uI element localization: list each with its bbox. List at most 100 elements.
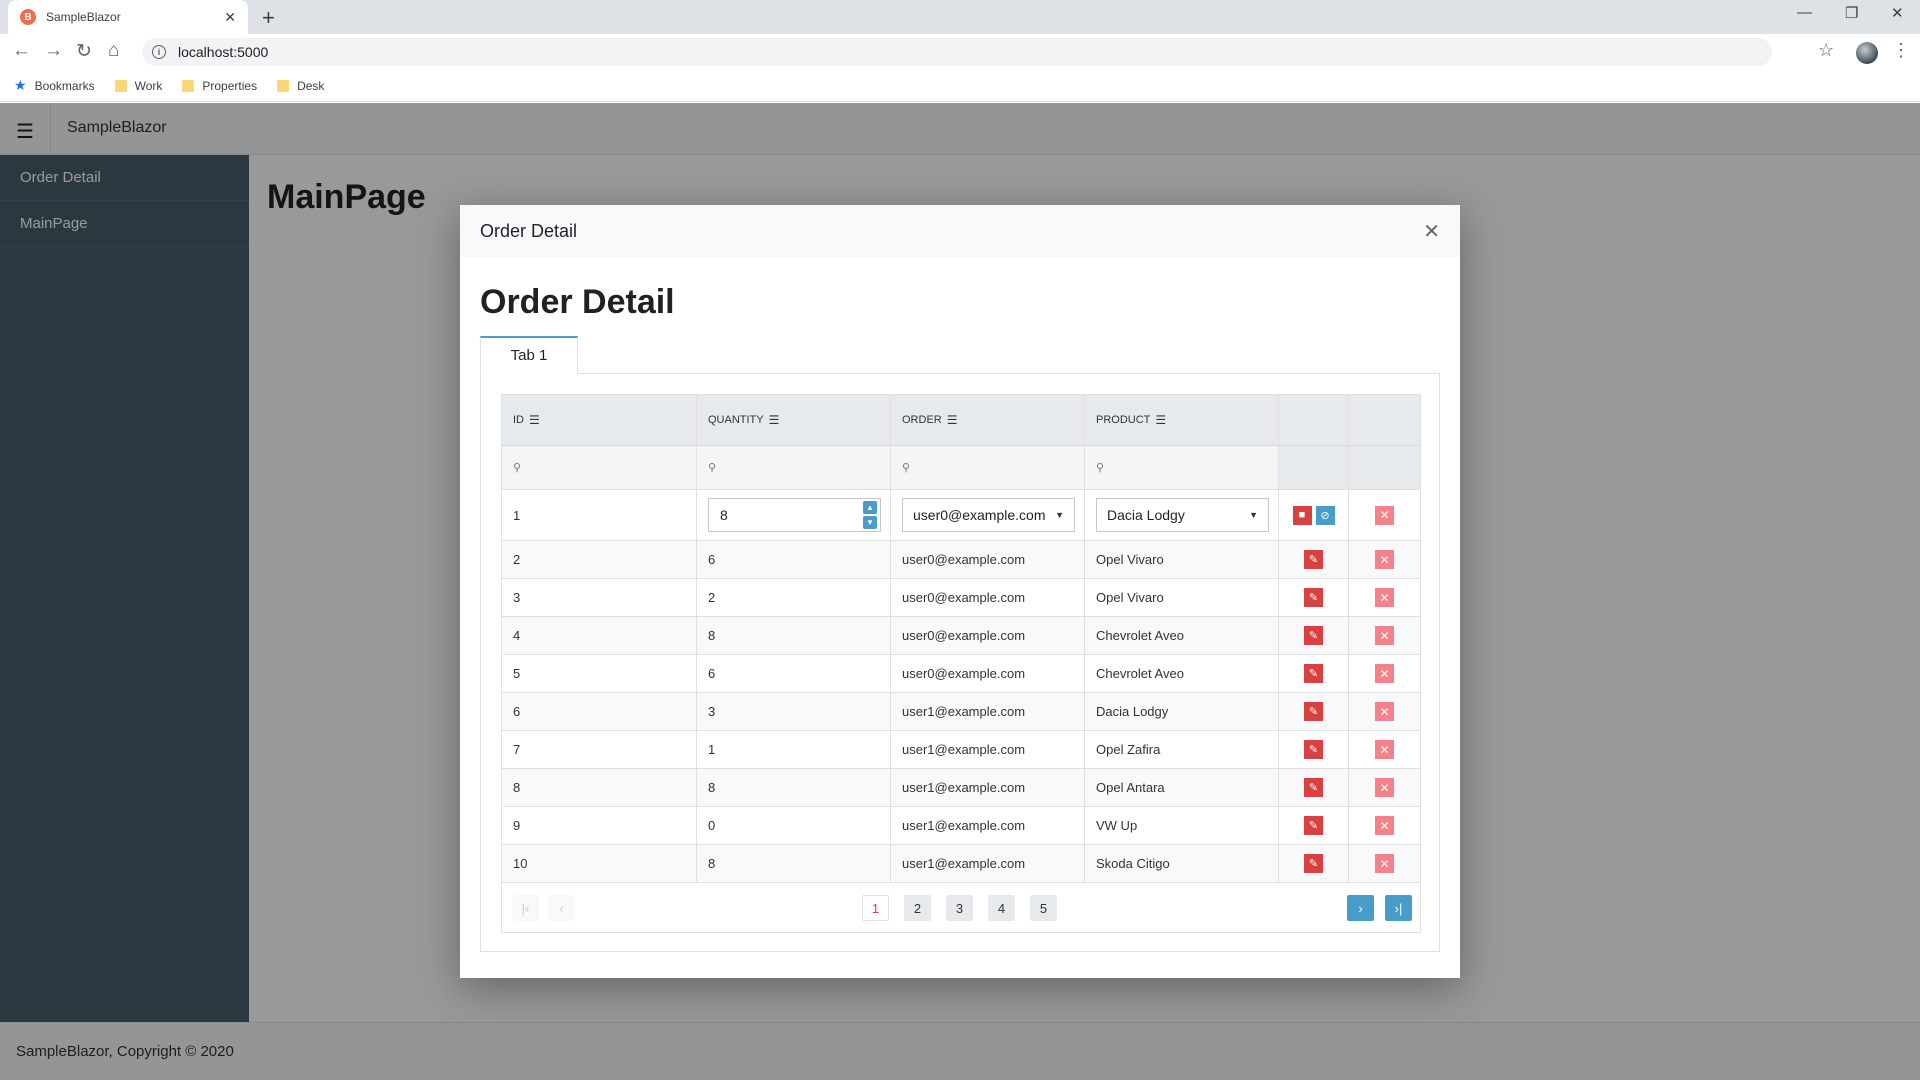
column-header-edit: [1279, 395, 1349, 445]
table-row[interactable]: 4 8 user0@example.com Chevrolet Aveo ✎ ✕: [502, 616, 1420, 654]
sort-icon[interactable]: ☰: [947, 413, 958, 427]
menu-kebab-icon[interactable]: ⋮: [1892, 40, 1910, 61]
sort-icon[interactable]: ☰: [769, 413, 780, 427]
table-row[interactable]: 9 0 user1@example.com VW Up ✎ ✕: [502, 806, 1420, 844]
next-page-icon[interactable]: ›: [1347, 895, 1374, 921]
back-icon[interactable]: ←: [12, 40, 31, 62]
dialog-close-icon[interactable]: ✕: [1423, 219, 1440, 244]
page-5[interactable]: 5: [1030, 895, 1057, 921]
last-page-icon[interactable]: ›|: [1385, 895, 1412, 921]
cell-order: user1@example.com: [891, 845, 1085, 882]
edit-button[interactable]: ✎: [1304, 664, 1323, 683]
column-header-id[interactable]: ID ☰: [502, 395, 697, 445]
delete-button[interactable]: ✕: [1375, 778, 1394, 797]
edit-button[interactable]: ✎: [1304, 816, 1323, 835]
tab-close-icon[interactable]: ✕: [224, 9, 236, 26]
edit-button[interactable]: ✎: [1304, 740, 1323, 759]
new-tab-button[interactable]: +: [262, 5, 275, 31]
cell-quantity: 0: [697, 807, 891, 844]
cell-product: Opel Vivaro: [1085, 541, 1279, 578]
info-icon[interactable]: i: [152, 45, 166, 59]
table-row[interactable]: 10 8 user1@example.com Skoda Citigo ✎ ✕: [502, 844, 1420, 882]
edit-button[interactable]: ✎: [1304, 702, 1323, 721]
page-1[interactable]: 1: [862, 895, 889, 921]
save-button[interactable]: ■: [1292, 505, 1312, 525]
browser-tab[interactable]: B SampleBlazor ✕: [8, 0, 248, 34]
restore-icon[interactable]: ❐: [1845, 4, 1858, 22]
cell-product: Chevrolet Aveo: [1085, 617, 1279, 654]
browser-tabstrip: B SampleBlazor ✕ + — ❐ ✕: [0, 0, 1920, 34]
bookmark-work[interactable]: Work: [114, 79, 162, 93]
profile-avatar[interactable]: [1856, 42, 1878, 64]
cell-id: 2: [502, 541, 697, 578]
chevron-down-icon: ▼: [1249, 510, 1258, 520]
table-row[interactable]: 5 6 user0@example.com Chevrolet Aveo ✎ ✕: [502, 654, 1420, 692]
tabs-bar: Tab 1: [480, 336, 1440, 374]
delete-button[interactable]: ✕: [1375, 505, 1394, 525]
minimize-icon[interactable]: —: [1797, 4, 1812, 21]
delete-button[interactable]: ✕: [1375, 550, 1394, 569]
cell-order: user0@example.com: [891, 617, 1085, 654]
address-bar[interactable]: i localhost:5000: [142, 38, 1772, 66]
delete-button[interactable]: ✕: [1375, 816, 1394, 835]
delete-button[interactable]: ✕: [1375, 854, 1394, 873]
cell-order: user0@example.com: [891, 655, 1085, 692]
table-row[interactable]: 6 3 user1@example.com Dacia Lodgy ✎ ✕: [502, 692, 1420, 730]
stepper-down-icon[interactable]: ▼: [863, 516, 877, 529]
table-row[interactable]: 7 1 user1@example.com Opel Zafira ✎ ✕: [502, 730, 1420, 768]
dialog-header: Order Detail ✕: [460, 205, 1460, 257]
cell-id: 7: [502, 731, 697, 768]
table-row[interactable]: 3 2 user0@example.com Opel Vivaro ✎ ✕: [502, 578, 1420, 616]
stepper-up-icon[interactable]: ▲: [863, 501, 877, 514]
prev-page-icon[interactable]: ‹: [548, 895, 575, 921]
product-dropdown[interactable]: Dacia Lodgy ▼: [1096, 498, 1269, 532]
filter-row: ⚲ ⚲ ⚲ ⚲: [502, 445, 1420, 489]
sort-icon[interactable]: ☰: [1155, 413, 1166, 427]
page-4[interactable]: 4: [988, 895, 1015, 921]
cell-id: 1: [502, 490, 697, 540]
delete-button[interactable]: ✕: [1375, 664, 1394, 683]
edit-button[interactable]: ✎: [1304, 626, 1323, 645]
folder-icon: [114, 79, 127, 92]
filter-product[interactable]: ⚲: [1085, 446, 1279, 489]
bookmark-bookmarks[interactable]: ★ Bookmarks: [14, 77, 95, 94]
bookmark-star-icon[interactable]: ☆: [1818, 40, 1834, 61]
reload-icon[interactable]: ↻: [76, 40, 92, 63]
bookmark-desk[interactable]: Desk: [277, 79, 324, 93]
delete-button[interactable]: ✕: [1375, 588, 1394, 607]
edit-button[interactable]: ✎: [1304, 550, 1323, 569]
window-close-icon[interactable]: ✕: [1891, 4, 1904, 22]
edit-button[interactable]: ✎: [1304, 588, 1323, 607]
column-header-delete: [1349, 395, 1420, 445]
url-text: localhost:5000: [178, 44, 269, 60]
edit-button[interactable]: ✎: [1304, 778, 1323, 797]
table-row[interactable]: 8 8 user1@example.com Opel Antara ✎ ✕: [502, 768, 1420, 806]
quantity-stepper[interactable]: 8 ▲ ▼: [708, 498, 881, 532]
cell-product: Opel Vivaro: [1085, 579, 1279, 616]
cell-product: Dacia Lodgy: [1085, 693, 1279, 730]
column-header-order[interactable]: ORDER ☰: [891, 395, 1085, 445]
filter-quantity[interactable]: ⚲: [697, 446, 891, 489]
column-header-product[interactable]: PRODUCT ☰: [1085, 395, 1279, 445]
filter-id[interactable]: ⚲: [502, 446, 697, 489]
bookmark-properties[interactable]: Properties: [182, 79, 257, 93]
delete-button[interactable]: ✕: [1375, 702, 1394, 721]
delete-button[interactable]: ✕: [1375, 626, 1394, 645]
edit-button[interactable]: ✎: [1304, 854, 1323, 873]
filter-order[interactable]: ⚲: [891, 446, 1085, 489]
column-header-quantity[interactable]: QUANTITY ☰: [697, 395, 891, 445]
search-icon: ⚲: [902, 462, 911, 474]
cancel-edit-button[interactable]: ⊘: [1315, 505, 1335, 525]
first-page-icon[interactable]: |‹: [512, 895, 539, 921]
page-3[interactable]: 3: [946, 895, 973, 921]
cell-id: 8: [502, 769, 697, 806]
table-row[interactable]: 2 6 user0@example.com Opel Vivaro ✎ ✕: [502, 540, 1420, 578]
home-icon[interactable]: ⌂: [108, 40, 119, 62]
cell-id: 9: [502, 807, 697, 844]
delete-button[interactable]: ✕: [1375, 740, 1394, 759]
forward-icon[interactable]: →: [44, 40, 63, 62]
sort-icon[interactable]: ☰: [529, 413, 540, 427]
tab-1[interactable]: Tab 1: [480, 336, 578, 374]
page-2[interactable]: 2: [904, 895, 931, 921]
order-dropdown[interactable]: user0@example.com ▼: [902, 498, 1075, 532]
